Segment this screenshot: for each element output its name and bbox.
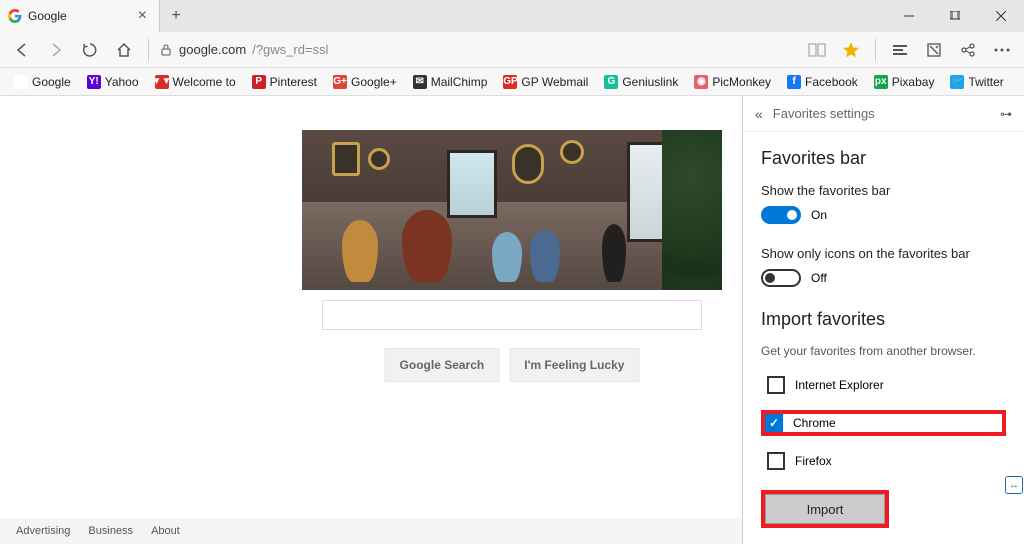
favorites-bar-label: Geniuslink (622, 75, 678, 89)
favicon-icon: P (252, 75, 266, 89)
title-bar: Google × + (0, 0, 1024, 32)
favorites-bar-item[interactable]: ▼▼ Welcome to (149, 73, 242, 91)
hub-button[interactable] (886, 36, 914, 64)
footer-link[interactable]: About (151, 525, 180, 537)
favorites-bar-item[interactable]: GP GP Webmail (497, 73, 594, 91)
favicon-icon: ▼▼ (155, 75, 169, 89)
footer-link[interactable]: Advertising (16, 525, 70, 537)
favicon-icon: 🐦 (950, 75, 964, 89)
favicon-icon: ◉ (694, 75, 708, 89)
home-button[interactable] (110, 36, 138, 64)
favorites-bar-item[interactable]: f Facebook (781, 73, 864, 91)
favicon-icon: G+ (333, 75, 347, 89)
browser-name: Firefox (795, 454, 832, 468)
favorites-bar-label: PicMonkey (712, 75, 771, 89)
back-button[interactable] (8, 36, 36, 64)
feeling-lucky-button[interactable]: I'm Feeling Lucky (509, 348, 639, 382)
browser-name: Internet Explorer (795, 378, 884, 392)
favorites-bar-item[interactable]: G+ Google+ (327, 73, 403, 91)
import-favorites-subtext: Get your favorites from another browser. (761, 344, 1006, 358)
favorites-bar-item[interactable]: 🐦 Twitter (944, 73, 1009, 91)
import-button-highlight: Import (761, 490, 889, 528)
show-favorites-bar-state: On (811, 208, 827, 222)
favicon-icon: Y! (87, 75, 101, 89)
favorites-bar-label: Google+ (351, 75, 397, 89)
favicon-icon: f (787, 75, 801, 89)
favorites-bar-label: Pinterest (270, 75, 317, 89)
google-search-button[interactable]: Google Search (385, 348, 500, 382)
teamviewer-badge-icon[interactable]: ↔ (1005, 476, 1023, 494)
icons-only-label: Show only icons on the favorites bar (761, 246, 1006, 261)
favorites-bar-label: Pixabay (892, 75, 935, 89)
search-input[interactable] (322, 300, 702, 330)
browser-tab[interactable]: Google × (0, 0, 160, 32)
favorites-bar-label: GP Webmail (521, 75, 588, 89)
lock-icon (159, 43, 173, 57)
favorites-bar-label: Google (32, 75, 71, 89)
import-browser-option[interactable]: ✓ Chrome (761, 410, 1006, 436)
google-favicon (8, 9, 22, 23)
tab-title: Google (28, 9, 128, 23)
webnote-icon[interactable] (920, 36, 948, 64)
minimize-button[interactable] (886, 0, 932, 32)
checkbox-icon (767, 452, 785, 470)
pin-icon[interactable]: ⊶ (1000, 107, 1012, 121)
import-browser-option[interactable]: Internet Explorer (761, 372, 1006, 398)
panel-title: Favorites settings (773, 106, 875, 121)
forward-button[interactable] (42, 36, 70, 64)
import-button[interactable]: Import (765, 494, 885, 524)
favorites-bar-item[interactable]: P Pinterest (246, 73, 323, 91)
favicon-icon: px (874, 75, 888, 89)
favorites-settings-panel: « Favorites settings ⊶ Favorites bar Sho… (742, 96, 1024, 544)
favorites-star-icon[interactable] (837, 36, 865, 64)
maximize-button[interactable] (932, 0, 978, 32)
favorites-bar-label: Twitter (968, 75, 1003, 89)
url-display[interactable]: google.com /?gws_rd=ssl (179, 42, 797, 57)
share-icon[interactable] (954, 36, 982, 64)
favorites-bar: G Google Y! Yahoo ▼▼ Welcome to P Pinterest G+ Go… (0, 68, 1024, 96)
tab-close-icon[interactable]: × (134, 7, 151, 25)
close-button[interactable] (978, 0, 1024, 32)
favicon-icon: GP (503, 75, 517, 89)
url-domain: google.com (179, 42, 246, 57)
favorites-bar-item[interactable]: G Geniuslink (598, 73, 684, 91)
favicon-icon: G (604, 75, 618, 89)
window-controls (886, 0, 1024, 32)
checkbox-icon: ✓ (765, 414, 783, 432)
favicon-icon: ✉ (413, 75, 427, 89)
page-content: Google Search I'm Feeling Lucky Advertis… (0, 96, 1024, 544)
import-browser-option[interactable]: Firefox (761, 448, 1006, 474)
icons-only-state: Off (811, 271, 827, 285)
favicon-icon: G (14, 75, 28, 89)
import-favorites-heading: Import favorites (761, 309, 1006, 330)
google-doodle[interactable] (302, 130, 722, 290)
favorites-bar-item[interactable]: Y! Yahoo (81, 73, 145, 91)
reading-view-icon[interactable] (803, 36, 831, 64)
show-favorites-bar-label: Show the favorites bar (761, 183, 1006, 198)
icons-only-toggle[interactable] (761, 269, 801, 287)
favorites-bar-item[interactable]: ◉ PicMonkey (688, 73, 777, 91)
favorites-bar-label: MailChimp (431, 75, 488, 89)
more-icon[interactable] (988, 36, 1016, 64)
refresh-button[interactable] (76, 36, 104, 64)
favorites-bar-label: Facebook (805, 75, 858, 89)
google-doodle-container (302, 130, 722, 290)
checkbox-icon (767, 376, 785, 394)
new-tab-button[interactable]: + (160, 0, 192, 32)
favorites-bar-label: Yahoo (105, 75, 139, 89)
show-favorites-bar-toggle[interactable] (761, 206, 801, 224)
address-bar: google.com /?gws_rd=ssl (0, 32, 1024, 68)
favorites-bar-heading: Favorites bar (761, 148, 1006, 169)
panel-back-icon[interactable]: « (755, 106, 763, 122)
favorites-bar-item[interactable]: ✉ MailChimp (407, 73, 494, 91)
favorites-bar-item[interactable]: G Google (8, 73, 77, 91)
url-path: /?gws_rd=ssl (252, 42, 328, 57)
favorites-bar-item[interactable]: px Pixabay (868, 73, 941, 91)
footer-link[interactable]: Business (88, 525, 133, 537)
favorites-bar-label: Welcome to (173, 75, 236, 89)
browser-name: Chrome (793, 416, 836, 430)
